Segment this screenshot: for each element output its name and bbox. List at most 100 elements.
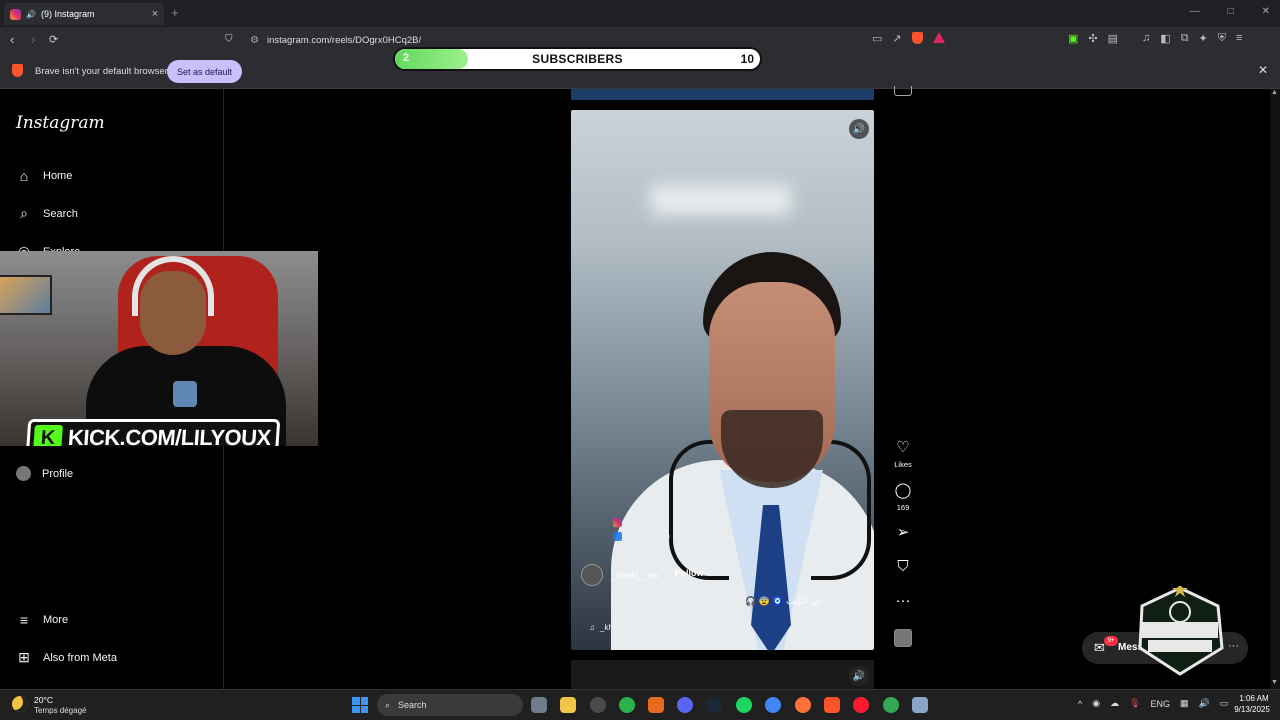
bookmark-icon[interactable]: ⛉ <box>225 34 233 45</box>
url-text: instagram.com/reels/DOgrx0HCq2B/ <box>266 34 422 46</box>
tray-overflow-icon[interactable]: ^ <box>1078 699 1082 709</box>
reload-icon[interactable]: ⟳ <box>49 33 58 46</box>
webcam-shirt-print <box>173 381 197 407</box>
previous-reel-thumb-icon[interactable] <box>894 86 912 96</box>
volume-icon[interactable]: 🔊 <box>1199 698 1210 709</box>
nav-meta-label: Also from Meta <box>43 651 117 664</box>
infobar-close-icon[interactable]: ✕ <box>1258 63 1268 77</box>
maximize-button[interactable]: □ <box>1228 6 1234 17</box>
site-info-icon[interactable]: ⚙ <box>250 35 259 46</box>
tabs-icon[interactable]: ⧉ <box>1181 32 1189 45</box>
next-reel-volume-icon[interactable]: 🔊 <box>849 666 869 686</box>
microphone-icon[interactable]: 🎙 <box>1129 698 1140 709</box>
brave-logo-icon <box>12 64 23 77</box>
vlc-icon[interactable] <box>648 697 664 713</box>
spotify-icon[interactable] <box>736 697 752 713</box>
settings-icon[interactable] <box>912 697 928 713</box>
likes-label: Likes <box>894 460 912 469</box>
search-icon: ⌕ <box>20 205 28 221</box>
nav-also-from-meta[interactable]: ⊞ Also from Meta <box>16 649 117 666</box>
author-avatar[interactable] <box>581 564 603 586</box>
reel-audio[interactable]: ♫ _khalid__elk · Original audio <box>589 623 701 632</box>
tab-close-icon[interactable]: × <box>152 8 158 20</box>
taskbar-search[interactable]: ⌕ Search <box>377 694 523 716</box>
leo-icon[interactable]: ✦ <box>1199 32 1208 45</box>
chrome-icon[interactable] <box>765 697 781 713</box>
like-icon[interactable]: ♡ <box>890 438 916 456</box>
minimize-button[interactable]: — <box>1190 6 1200 17</box>
scroll-up-icon[interactable]: ▲ <box>1271 89 1278 96</box>
language-indicator[interactable]: ENG <box>1151 699 1171 709</box>
sidebar-icon[interactable]: ◧ <box>1160 32 1170 45</box>
back-icon[interactable]: ‹ <box>10 32 14 47</box>
opera-icon[interactable] <box>853 697 869 713</box>
clock-time[interactable]: 1:06 AM <box>1232 694 1276 703</box>
instagram-logo[interactable]: Instagram <box>16 113 105 133</box>
nav-profile[interactable]: Profile <box>16 466 73 481</box>
author-name[interactable]: _khalid__elk <box>611 570 658 580</box>
watermark-facebook: khalid elk 2.0 <box>613 532 670 541</box>
puzzle-icon[interactable]: ✣ <box>1088 32 1097 45</box>
tab-title: (9) Instagram <box>40 9 95 19</box>
comments-count: 169 <box>896 503 910 512</box>
chatgpt-icon[interactable] <box>590 697 606 713</box>
browser-tab[interactable]: 🔊 (9) Instagram × <box>4 3 164 25</box>
share-icon[interactable]: ➢ <box>890 523 916 541</box>
chrome-profile-icon[interactable] <box>883 697 899 713</box>
brave-icon[interactable] <box>824 697 840 713</box>
wallet-icon[interactable]: ▤ <box>1108 32 1118 45</box>
watermark-fb-icon <box>613 532 622 541</box>
nav-more[interactable]: ≡ More <box>16 612 68 628</box>
extension-icon[interactable]: ▣ <box>1068 32 1078 45</box>
file-explorer-icon[interactable] <box>560 697 576 713</box>
page-scrollbar[interactable] <box>1270 89 1280 689</box>
follow-button[interactable]: Follow <box>675 568 704 578</box>
windows-start-icon[interactable] <box>352 697 368 713</box>
nav-home[interactable]: ⌂ Home <box>16 168 73 184</box>
save-icon[interactable]: ⛉ <box>890 558 916 575</box>
new-tab-button[interactable]: + <box>171 5 179 20</box>
set-as-default-button[interactable]: Set as default <box>167 60 243 83</box>
clock-date[interactable]: 9/13/2025 <box>1228 705 1276 714</box>
obs-icon[interactable]: ◉ <box>1092 698 1100 709</box>
onedrive-icon[interactable]: ☁ <box>1110 698 1119 709</box>
forward-icon[interactable]: › <box>31 32 35 47</box>
menu-icon[interactable]: ≡ <box>1236 32 1242 45</box>
messages-more-icon[interactable]: ··· <box>1228 640 1239 652</box>
weather-temperature[interactable]: 20°C <box>34 695 53 705</box>
speaker-icon[interactable]: 🔊 <box>26 10 36 19</box>
task-view-icon[interactable] <box>531 697 547 713</box>
audio-thumbnail-icon[interactable] <box>894 629 912 647</box>
music-note-icon: ♫ <box>589 623 595 632</box>
menu-icon: ≡ <box>19 612 29 628</box>
comment-icon[interactable]: ◯ <box>890 481 916 499</box>
share-icon[interactable]: ↗ <box>892 32 901 45</box>
music-icon[interactable]: ♫ <box>1142 32 1150 45</box>
firefox-icon[interactable] <box>795 697 811 713</box>
vpn-icon[interactable]: ⛨ <box>1218 32 1226 45</box>
discord-icon[interactable] <box>677 697 693 713</box>
reel-caption[interactable]: دير الكيت 🧿 😨 🎧 <box>745 596 822 607</box>
kick-url: KICK.COM/LILYOUX <box>67 425 272 446</box>
moon-weather-icon[interactable] <box>12 696 28 712</box>
network-icon[interactable]: ▦ <box>1180 698 1189 709</box>
xbox-icon[interactable] <box>619 697 635 713</box>
watermark-fb-text: khalid elk 2.0 <box>626 532 670 541</box>
steam-icon[interactable] <box>706 697 722 713</box>
webcam-monitor <box>0 275 52 315</box>
close-window-button[interactable]: ✕ <box>1262 6 1270 17</box>
reel-video[interactable]: 🔊 _khalid__elk khalid elk 2.0 _khalid__e… <box>571 110 874 650</box>
nav-search[interactable]: ⌕ Search <box>16 205 78 222</box>
more-options-icon[interactable]: ··· <box>890 592 916 609</box>
kick-logo-icon: K <box>33 425 63 446</box>
scroll-down-icon[interactable]: ▼ <box>1271 679 1278 686</box>
next-reel[interactable]: 🔊 <box>571 660 874 690</box>
messages-badge: 9+ <box>1104 636 1118 646</box>
brave-shields-icon[interactable] <box>911 32 923 44</box>
screen-share-icon[interactable]: ▭ <box>872 32 882 45</box>
brave-rewards-icon[interactable] <box>932 32 945 43</box>
nav-profile-label: Profile <box>42 467 74 480</box>
reel-volume-icon[interactable]: 🔊 <box>849 119 869 139</box>
weather-description[interactable]: Temps dégagé <box>34 706 86 715</box>
subscriber-goal-bar: 2 SUBSCRIBERS 10 <box>393 47 762 71</box>
